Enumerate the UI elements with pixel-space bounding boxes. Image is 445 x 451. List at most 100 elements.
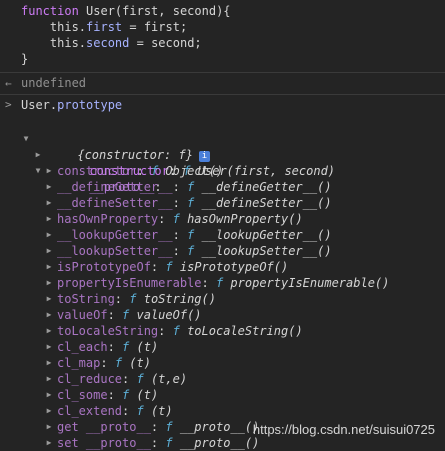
collapsed-triangle-icon[interactable]: ▶ bbox=[45, 355, 53, 371]
tree-value: (t) bbox=[136, 388, 159, 402]
console-input-row: > User.prototype bbox=[0, 95, 445, 115]
code-assign: = second; bbox=[129, 36, 202, 50]
tree-value: (t) bbox=[150, 404, 173, 418]
tree-value: valueOf() bbox=[136, 308, 202, 322]
tree-key: propertyIsEnumerable bbox=[57, 276, 202, 290]
proto-item[interactable]: ▶ toLocaleString: f toLocaleString() bbox=[0, 323, 445, 339]
function-f-icon: f bbox=[165, 260, 173, 274]
collapsed-triangle-icon[interactable]: ▶ bbox=[45, 179, 53, 195]
collapsed-triangle-icon[interactable]: ▶ bbox=[45, 339, 53, 355]
code-assign: = first; bbox=[122, 20, 188, 34]
tree-value: (t) bbox=[129, 356, 151, 370]
tree-value: __lookupSetter__() bbox=[201, 244, 332, 258]
proto-item[interactable]: ▶ __defineGetter__: f __defineGetter__() bbox=[0, 179, 445, 195]
function-f-icon: f bbox=[187, 244, 195, 258]
proto-item[interactable]: ▶ cl_extend: f (t) bbox=[0, 403, 445, 419]
watermark: https://blog.csdn.net/suisui0725 bbox=[252, 422, 435, 437]
tree-value: hasOwnProperty() bbox=[187, 212, 303, 226]
tree-root[interactable]: ▼ {constructor: f} i bbox=[0, 115, 445, 162]
console-result-row: ← undefined bbox=[0, 73, 445, 95]
collapsed-triangle-icon[interactable]: ▶ bbox=[45, 419, 53, 435]
tree-key: set __proto__ bbox=[57, 436, 151, 450]
collapsed-triangle-icon[interactable]: ▶ bbox=[45, 227, 53, 243]
function-f-icon: f bbox=[114, 356, 123, 370]
tree-key: constructor bbox=[57, 164, 137, 178]
tree-key: __defineSetter__ bbox=[57, 196, 173, 210]
collapsed-triangle-icon[interactable]: ▶ bbox=[45, 387, 53, 403]
tree-key: hasOwnProperty bbox=[57, 212, 159, 226]
tree-key: get __proto__ bbox=[57, 420, 151, 434]
code-prop-first: first bbox=[86, 20, 123, 34]
collapsed-triangle-icon[interactable]: ▶ bbox=[45, 323, 53, 339]
function-f-icon: f bbox=[165, 420, 173, 434]
tree-item-proto[interactable]: ▼ __proto__: bbox=[0, 147, 445, 194]
function-f-icon: f bbox=[172, 324, 180, 338]
collapsed-triangle-icon[interactable]: ▶ bbox=[45, 371, 53, 387]
function-f-icon: f bbox=[187, 228, 195, 242]
object-tree: ▼ {constructor: f} i ▶ constructor: f Use… bbox=[0, 115, 445, 451]
collapsed-triangle-icon[interactable]: ▶ bbox=[45, 403, 53, 419]
tree-value: propertyIsEnumerable() bbox=[230, 276, 390, 290]
code-this: this. bbox=[21, 36, 87, 50]
proto-item[interactable]: ▶ isPrototypeOf: f isPrototypeOf() bbox=[0, 259, 445, 275]
proto-item[interactable]: ▶ __lookupGetter__: f __lookupGetter__() bbox=[0, 227, 445, 243]
collapsed-triangle-icon[interactable]: ▶ bbox=[45, 291, 53, 307]
proto-item[interactable]: ▶ __defineSetter__: f __defineSetter__() bbox=[0, 195, 445, 211]
function-f-icon: f bbox=[172, 212, 180, 226]
proto-item[interactable]: ▶ hasOwnProperty: f hasOwnProperty() bbox=[0, 211, 445, 227]
tree-key: toString bbox=[57, 292, 115, 306]
return-arrow-icon: ← bbox=[5, 77, 12, 90]
function-f-icon: f bbox=[129, 292, 137, 306]
collapsed-triangle-icon[interactable]: ▶ bbox=[45, 435, 53, 451]
function-f-icon: f bbox=[187, 180, 195, 194]
collapsed-triangle-icon[interactable]: ▶ bbox=[45, 195, 53, 211]
function-signature: User(first, second){ bbox=[78, 4, 231, 18]
collapsed-triangle-icon[interactable]: ▶ bbox=[45, 163, 53, 179]
proto-item[interactable]: ▶ toString: f toString() bbox=[0, 291, 445, 307]
tree-key: cl_some bbox=[57, 388, 108, 402]
function-f-icon: f bbox=[122, 308, 130, 322]
devtools-console: function User(first, second){ this.first… bbox=[0, 0, 445, 450]
function-f-icon: f bbox=[122, 388, 130, 402]
proto-item[interactable]: ▶ __lookupSetter__: f __lookupSetter__() bbox=[0, 243, 445, 259]
result-value: undefined bbox=[21, 76, 87, 90]
function-f-icon: f bbox=[187, 196, 195, 210]
proto-item[interactable]: ▶ propertyIsEnumerable: f propertyIsEnume… bbox=[0, 275, 445, 291]
tree-value: isPrototypeOf() bbox=[179, 260, 289, 274]
prompt-chevron-icon: > bbox=[5, 98, 12, 111]
proto-item[interactable]: ▶ set __proto__: f __proto__() bbox=[0, 435, 445, 451]
proto-item[interactable]: ▶ cl_reduce: f (t,e) bbox=[0, 371, 445, 387]
proto-item[interactable]: ▶ constructor: f Object() bbox=[0, 163, 445, 179]
tree-key: __lookupGetter__ bbox=[57, 228, 173, 242]
function-f-icon: f bbox=[215, 276, 224, 290]
function-f-icon: f bbox=[136, 372, 144, 386]
function-f-icon: f bbox=[136, 404, 144, 418]
function-f-icon: f bbox=[122, 340, 130, 354]
function-f-icon: f bbox=[165, 436, 173, 450]
code-line-3: this.second = second; bbox=[21, 35, 445, 51]
code-prop-second: second bbox=[86, 36, 130, 50]
tree-key: valueOf bbox=[57, 308, 108, 322]
proto-item[interactable]: ▶ valueOf: f valueOf() bbox=[0, 307, 445, 323]
tree-key: toLocaleString bbox=[57, 324, 159, 338]
collapsed-triangle-icon[interactable]: ▶ bbox=[45, 307, 53, 323]
proto-item[interactable]: ▶ cl_each: f (t) bbox=[0, 339, 445, 355]
tree-value: (t) bbox=[136, 340, 159, 354]
console-code-entry: function User(first, second){ this.first… bbox=[0, 0, 445, 73]
keyword-function: function bbox=[21, 4, 79, 18]
proto-item[interactable]: ▶ cl_map: f (t) bbox=[0, 355, 445, 371]
proto-item[interactable]: ▶ cl_some: f (t) bbox=[0, 387, 445, 403]
tree-value: Object() bbox=[165, 164, 224, 178]
tree-key: cl_extend bbox=[57, 404, 123, 418]
tree-value: toString() bbox=[143, 292, 216, 306]
tree-item-constructor[interactable]: ▶ constructor: f User(first, second) bbox=[0, 131, 445, 178]
collapsed-triangle-icon[interactable]: ▶ bbox=[45, 275, 53, 291]
collapsed-triangle-icon[interactable]: ▶ bbox=[45, 211, 53, 227]
collapsed-triangle-icon[interactable]: ▶ bbox=[45, 243, 53, 259]
tree-value: (t,e) bbox=[150, 372, 188, 386]
code-line-2: this.first = first; bbox=[21, 19, 445, 35]
tree-value: __defineGetter__() bbox=[201, 180, 332, 194]
tree-value: __proto__() bbox=[179, 436, 260, 450]
collapsed-triangle-icon[interactable]: ▶ bbox=[45, 259, 53, 275]
tree-value: __proto__() bbox=[179, 420, 260, 434]
